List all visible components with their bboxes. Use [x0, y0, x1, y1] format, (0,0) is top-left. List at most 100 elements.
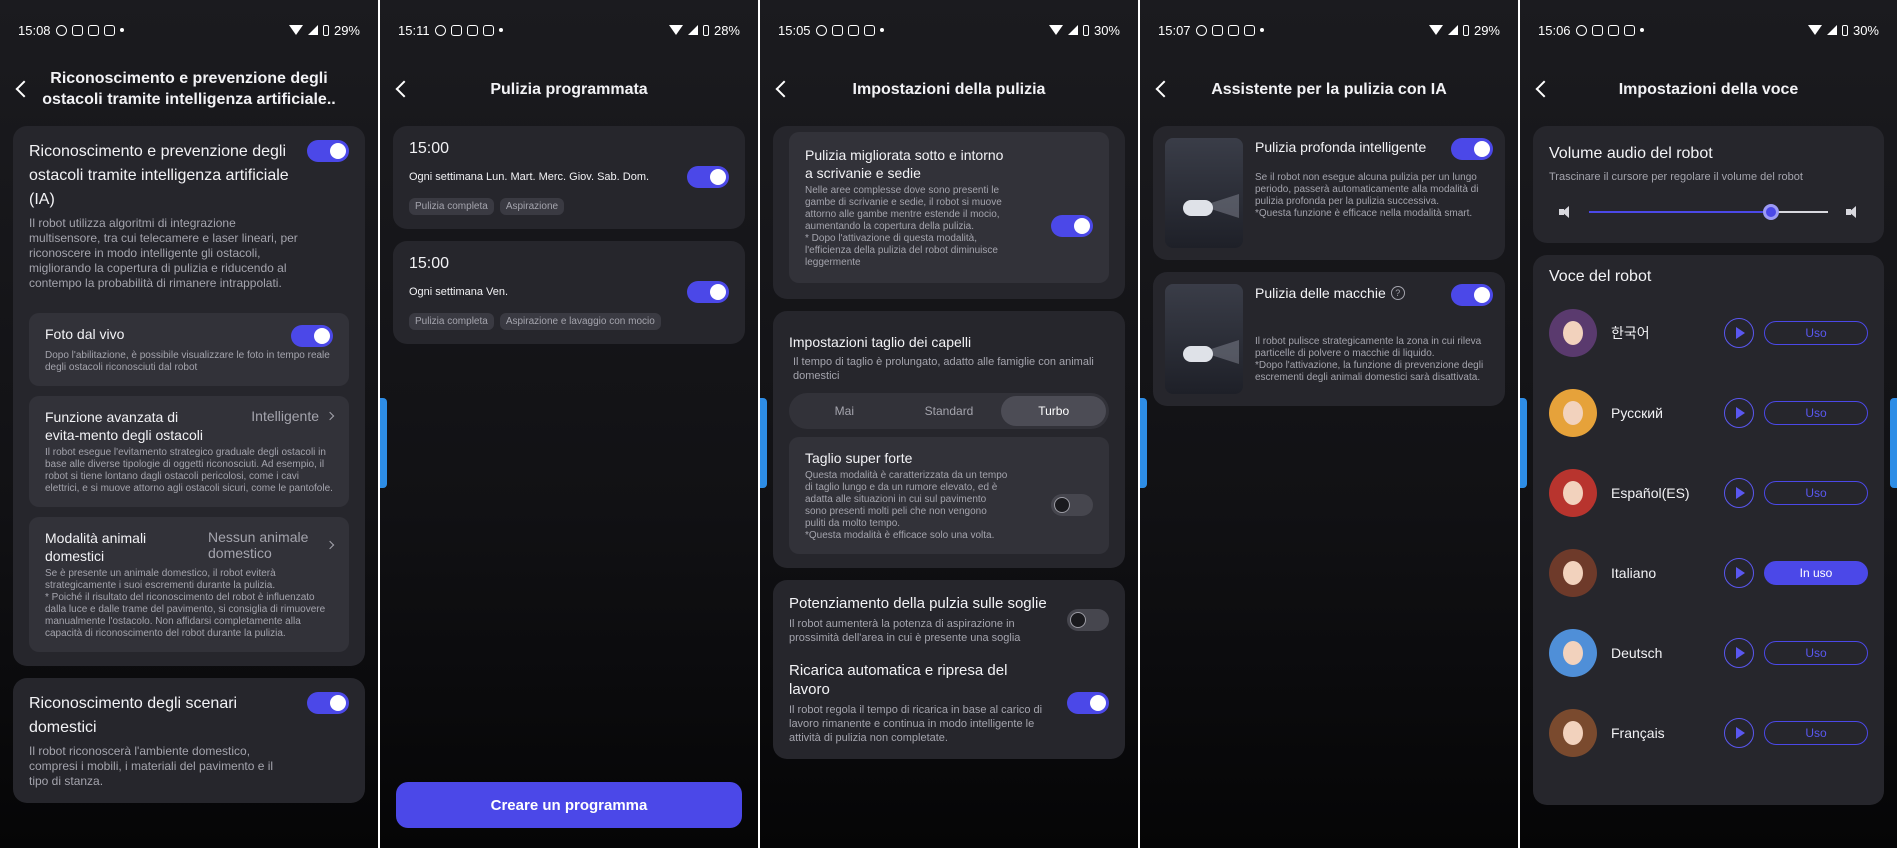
play-icon[interactable]: [1724, 318, 1754, 348]
wifi-icon: [668, 25, 683, 35]
schedule-chip: Aspirazione: [499, 198, 565, 215]
edge-panel-handle[interactable]: [1140, 398, 1147, 488]
whatsapp-icon: [815, 24, 827, 36]
voice-row[interactable]: Italiano In uso: [1549, 533, 1868, 613]
volume-slider[interactable]: [1549, 197, 1868, 227]
voice-avatar: [1549, 709, 1597, 757]
voice-row[interactable]: Français Uso: [1549, 693, 1868, 773]
edge-panel-handle[interactable]: [1520, 398, 1527, 488]
schedule-days: Ogni settimana Lun. Mart. Merc. Giov. Sa…: [409, 171, 650, 183]
deep-cleaning-desc: Se il robot non esegue alcuna pulizia pe…: [1255, 172, 1479, 219]
volume-title: Volume audio del robot: [1549, 145, 1713, 162]
instagram-icon: [1211, 24, 1223, 36]
schedule-toggle[interactable]: [687, 281, 729, 303]
edge-panel-handle[interactable]: [380, 398, 387, 488]
edge-panel-handle[interactable]: [760, 398, 767, 488]
page-title: Pulizia programmata: [490, 80, 648, 98]
page-title: Impostazioni della voce: [1618, 80, 1799, 98]
schedule-time: 15:00: [409, 140, 450, 157]
desk-cleaning-desc: Nelle aree complesse dove sono presenti …: [805, 185, 1002, 268]
use-voice-button[interactable]: Uso: [1764, 721, 1868, 745]
voice-row[interactable]: Deutsch Uso: [1549, 613, 1868, 693]
use-voice-button[interactable]: In uso: [1764, 561, 1868, 585]
wifi-icon: [1428, 25, 1443, 35]
use-voice-button[interactable]: Uso: [1764, 401, 1868, 425]
edge-panel-handle[interactable]: [1890, 398, 1897, 488]
recharge-toggle[interactable]: [1067, 692, 1109, 714]
hair-option-mai[interactable]: Mai: [792, 396, 897, 426]
voice-avatar: [1549, 309, 1597, 357]
obstacle-ai-toggle[interactable]: [307, 140, 349, 162]
live-photo-row[interactable]: Foto dal vivo Dopo l'abilitazione, è pos…: [29, 313, 349, 386]
status-bar: 15:07 29%: [1140, 0, 1518, 60]
voice-row[interactable]: Русский Uso: [1549, 373, 1868, 453]
chevron-right-icon: [325, 540, 335, 550]
play-icon[interactable]: [1724, 718, 1754, 748]
voice-row[interactable]: 한국어 Uso: [1549, 293, 1868, 373]
notification-dot-icon: [119, 28, 124, 32]
status-bar: 15:05 30%: [760, 0, 1138, 60]
play-icon[interactable]: [1724, 638, 1754, 668]
back-arrow-icon[interactable]: [395, 80, 413, 98]
play-icon[interactable]: [1724, 478, 1754, 508]
wifi-icon: [1807, 25, 1822, 35]
stain-cleaning-title: Pulizia delle macchie: [1255, 285, 1386, 301]
use-voice-button[interactable]: Uso: [1764, 321, 1868, 345]
signal-icon: [1067, 25, 1078, 35]
advanced-avoidance-row[interactable]: Funzione avanzata di evita-mento degli o…: [29, 396, 349, 507]
back-arrow-icon[interactable]: [15, 80, 33, 98]
use-voice-button[interactable]: Uso: [1764, 481, 1868, 505]
super-cut-toggle[interactable]: [1051, 493, 1093, 516]
pet-mode-row[interactable]: Modalità animali domestici Nessun animal…: [29, 517, 349, 652]
voice-row[interactable]: Español(ES) Uso: [1549, 453, 1868, 533]
instagram-icon: [863, 24, 875, 36]
schedule-item[interactable]: 15:00 Ogni settimana Ven. Pulizia comple…: [393, 241, 745, 344]
create-schedule-button[interactable]: Creare un programma: [396, 782, 742, 828]
back-arrow-icon[interactable]: [1155, 80, 1173, 98]
schedule-chip: Pulizia completa: [409, 198, 494, 215]
advanced-avoidance-title: Funzione avanzata di evita-mento degli o…: [45, 409, 203, 443]
battery-percent: 30%: [1852, 22, 1879, 38]
voice-list-card: Voce del robot 한국어 Uso Русский Uso Español(E…: [1533, 255, 1884, 805]
back-arrow-icon[interactable]: [775, 80, 793, 98]
use-voice-button[interactable]: Uso: [1764, 641, 1868, 665]
hair-option-standard[interactable]: Standard: [897, 396, 1002, 426]
signal-icon: [687, 25, 698, 35]
volume-high-icon: [1846, 206, 1858, 218]
live-photo-toggle[interactable]: [291, 325, 333, 347]
battery-percent: 28%: [713, 22, 740, 38]
desk-cleaning-toggle[interactable]: [1051, 214, 1093, 237]
home-scenes-toggle[interactable]: [307, 692, 349, 714]
battery-percent: 29%: [333, 22, 360, 38]
deep-cleaning-illustration: [1165, 138, 1243, 248]
voice-name: Русский: [1611, 405, 1663, 421]
hair-cutting-desc: Il tempo di taglio è prolungato, adatto …: [793, 356, 1094, 382]
teams-icon: [1623, 24, 1635, 36]
hair-cutting-card: Impostazioni taglio dei capelli Il tempo…: [773, 311, 1125, 568]
voice-avatar: [1549, 549, 1597, 597]
signal-icon: [307, 25, 318, 35]
battery-percent: 30%: [1093, 22, 1120, 38]
schedule-chip: Pulizia completa: [409, 313, 494, 330]
play-icon[interactable]: [1724, 398, 1754, 428]
screen-voice-settings: 15:06 30% Impostazioni della voce Volume…: [1520, 0, 1897, 848]
voice-avatar: [1549, 629, 1597, 677]
volume-low-icon: [1559, 206, 1571, 218]
home-scenes-card: Riconoscimento degli scenari domestici I…: [13, 678, 365, 803]
volume-slider-thumb[interactable]: [1762, 204, 1779, 220]
stain-cleaning-card: Pulizia delle macchie? Il robot pulisce …: [1153, 272, 1505, 406]
teams-icon: [87, 24, 99, 36]
schedule-item[interactable]: 15:00 Ogni settimana Lun. Mart. Merc. Gi…: [393, 126, 745, 229]
play-icon[interactable]: [1724, 558, 1754, 588]
threshold-toggle[interactable]: [1067, 608, 1109, 631]
hair-cutting-segmented-control: Mai Standard Turbo: [789, 393, 1109, 429]
help-icon[interactable]: ?: [1390, 286, 1405, 300]
wifi-icon: [1048, 25, 1063, 35]
back-arrow-icon[interactable]: [1535, 80, 1553, 98]
signal-icon: [1826, 25, 1837, 35]
deep-cleaning-toggle[interactable]: [1451, 138, 1493, 160]
stain-cleaning-toggle[interactable]: [1451, 284, 1493, 306]
battery-icon: [322, 24, 329, 36]
hair-option-turbo[interactable]: Turbo: [1001, 396, 1107, 426]
schedule-toggle[interactable]: [687, 166, 729, 188]
